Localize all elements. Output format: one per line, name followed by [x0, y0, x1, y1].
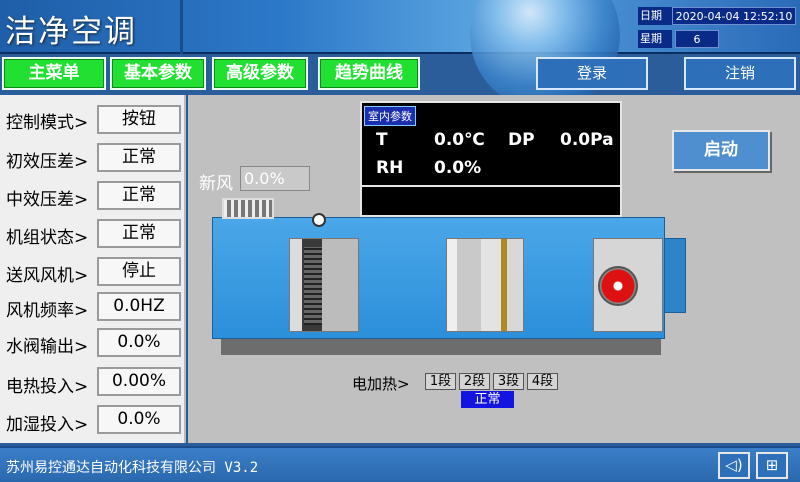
advanced-params-button[interactable]: 高级参数 [212, 57, 308, 90]
heat-stage-3: 3段 [493, 373, 524, 390]
login-button[interactable]: 登录 [536, 57, 648, 90]
fresh-air-value: 0.0% [240, 166, 310, 191]
primary-filter-dp-label: 初效压差> [6, 152, 89, 172]
electric-heat-input-label: 电热投入> [6, 377, 89, 397]
company-name: 苏州易控通达自动化科技有限公司 V3.2 [6, 460, 259, 476]
unit-status-label: 机组状态> [6, 228, 89, 248]
ahu-base [221, 337, 661, 355]
rh-label: RH [376, 158, 404, 178]
heat-stage-2: 2段 [459, 373, 490, 390]
rh-value: 0.0% [434, 158, 482, 178]
fan-icon [598, 266, 638, 306]
fan-frequency-label: 风机频率> [6, 301, 89, 321]
water-valve-value: 0.0% [97, 328, 181, 357]
weekday-value: 6 [675, 30, 719, 48]
network-icon[interactable]: ⊞ [756, 452, 788, 479]
parameter-panel: 控制模式> 按钮 初效压差> 正常 中效压差> 正常 机组状态> 正常 送风风机… [0, 95, 186, 443]
humidification-input-value: 0.0% [97, 405, 181, 434]
electric-heat-status: 正常 [461, 391, 514, 408]
fresh-air-damper [222, 198, 274, 219]
date-value: 2020-04-04 12:52:10 [672, 7, 796, 25]
fan-frequency-value: 0.0HZ [97, 292, 181, 321]
control-mode-value[interactable]: 按钮 [97, 105, 181, 134]
indoor-params-title: 室内参数 [364, 106, 416, 126]
weekday-label: 星期 [638, 30, 672, 48]
supply-fan-value: 停止 [97, 257, 181, 286]
supply-fan-label: 送风风机> [6, 266, 89, 286]
indoor-params-panel: 室内参数 T 0.0℃ DP 0.0Pa RH 0.0% [360, 101, 622, 217]
pressure-gauge-icon [312, 213, 326, 227]
medium-filter-section [446, 238, 524, 332]
primary-filter-section [289, 238, 359, 332]
temp-label: T [376, 130, 388, 150]
dp-label: DP [508, 130, 535, 150]
basic-params-button[interactable]: 基本参数 [110, 57, 206, 90]
heat-stage-1: 1段 [425, 373, 456, 390]
primary-filter-dp-value: 正常 [97, 143, 181, 172]
ahu-outlet [664, 238, 686, 313]
indoor-divider [362, 185, 620, 187]
temp-value: 0.0℃ [434, 130, 485, 150]
unit-status-value: 正常 [97, 219, 181, 248]
control-mode-label: 控制模式> [6, 113, 89, 133]
header-bar: 洁净空调 日期 2020-04-04 12:52:10 星期 6 [0, 0, 800, 110]
fresh-air-label: 新风 [199, 174, 233, 194]
speaker-icon[interactable]: ◁) [718, 452, 750, 479]
electric-heat-label: 电加热> [352, 375, 410, 393]
footer-bar: 苏州易控通达自动化科技有限公司 V3.2 ◁) ⊞ [0, 446, 800, 482]
water-valve-label: 水阀输出> [6, 337, 89, 357]
medium-filter-dp-label: 中效压差> [6, 190, 89, 210]
date-label: 日期 [638, 7, 672, 25]
dp-value: 0.0Pa [560, 130, 614, 150]
medium-filter-dp-value: 正常 [97, 181, 181, 210]
electric-heat-input-value: 0.00% [97, 367, 181, 396]
app-title: 洁净空调 [5, 14, 137, 50]
globe-graphic [470, 0, 620, 110]
start-button[interactable]: 启动 [672, 130, 770, 171]
trend-curve-button[interactable]: 趋势曲线 [318, 57, 420, 90]
logout-button[interactable]: 注销 [684, 57, 796, 90]
humidification-input-label: 加湿投入> [6, 415, 89, 435]
heat-stage-4: 4段 [527, 373, 558, 390]
main-menu-button[interactable]: 主菜单 [2, 57, 106, 90]
title-divider [180, 0, 183, 54]
